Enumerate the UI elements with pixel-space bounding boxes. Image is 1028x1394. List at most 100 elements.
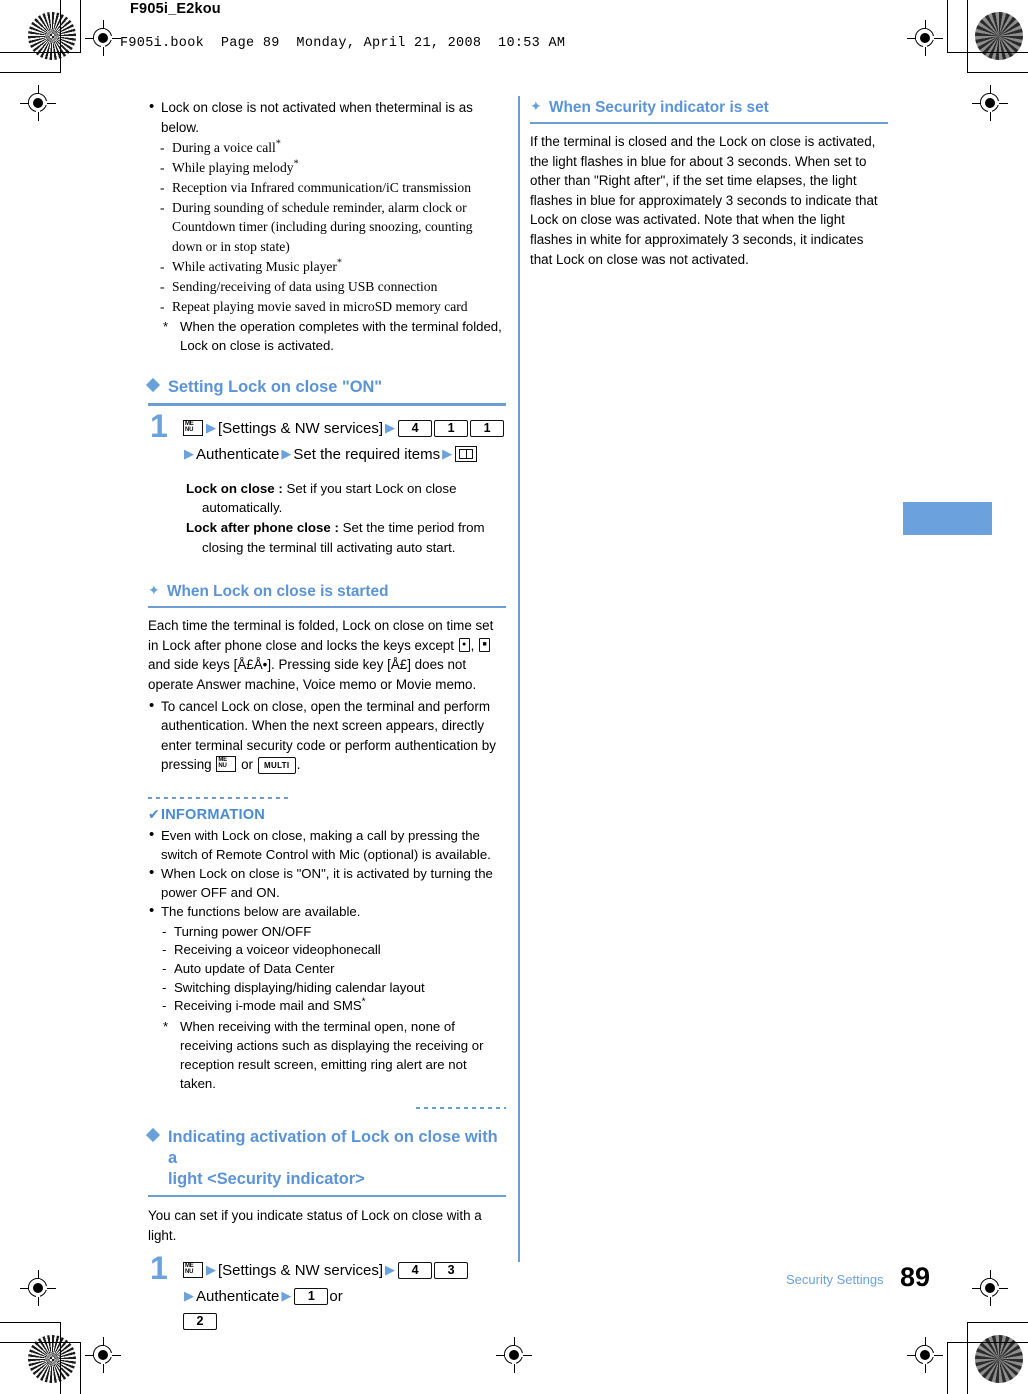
arrow-icon: ▶ bbox=[206, 1262, 216, 1278]
information-title-text: INFORMATION bbox=[160, 806, 266, 823]
description-term: Lock on close : bbox=[186, 480, 283, 496]
menu-key-icon[interactable] bbox=[216, 756, 237, 773]
description-term: Lock after phone close : bbox=[186, 520, 339, 536]
list-item: Repeat playing movie saved in microSD me… bbox=[160, 297, 506, 317]
footnote-marker: * bbox=[361, 996, 366, 1008]
heading-text: Setting Lock on close "ON" bbox=[168, 378, 383, 397]
bullet-text: The functions below are available. bbox=[161, 904, 361, 920]
power-key-icon[interactable]: ■ bbox=[479, 637, 491, 652]
arrow-icon: ▶ bbox=[206, 419, 216, 435]
dash-text: During a voice call bbox=[172, 140, 276, 156]
intro-bullet-list: Lock on close is not activated when thet… bbox=[148, 97, 506, 137]
heading-text-line2: light <Security indicator> bbox=[168, 1169, 365, 1188]
list-item: Auto update of Data Center bbox=[162, 960, 506, 979]
key-3[interactable]: 3 bbox=[434, 1262, 469, 1280]
information-body: Even with Lock on close, making a call b… bbox=[148, 826, 506, 1093]
list-item: Turning power ON/OFF bbox=[162, 923, 506, 942]
bullet-text: Even with Lock on close, making a call b… bbox=[161, 827, 491, 862]
book-key-icon[interactable] bbox=[455, 445, 478, 462]
dash-text: Sending/receiving of data using USB conn… bbox=[172, 278, 438, 294]
information-bullet-list: Even with Lock on close, making a call b… bbox=[148, 826, 506, 922]
dash-text: While activating Music player bbox=[172, 258, 337, 274]
list-item: Switching displaying/hiding calendar lay… bbox=[162, 979, 506, 998]
dash-text: During sounding of schedule reminder, al… bbox=[172, 199, 473, 255]
clear-key-icon[interactable]: ● bbox=[458, 637, 470, 652]
heading-security-indicator: Indicating activation of Lock on close w… bbox=[145, 1127, 506, 1190]
arrow-icon: ▶ bbox=[184, 445, 194, 461]
bullet-or-text: or bbox=[237, 757, 257, 773]
heading-rule bbox=[148, 1194, 506, 1198]
bullet-end-text: . bbox=[296, 757, 301, 773]
list-item: Lock on close is not activated when thet… bbox=[148, 97, 506, 137]
list-item: Even with Lock on close, making a call b… bbox=[148, 826, 506, 864]
footnote-marker: * bbox=[293, 158, 299, 170]
menu-key-icon[interactable] bbox=[183, 419, 203, 436]
column-divider bbox=[518, 96, 520, 1262]
flower-bullet-icon: ✦ bbox=[148, 582, 160, 599]
heading-text-line1: Indicating activation of Lock on close w… bbox=[168, 1127, 498, 1167]
information-box: ✔INFORMATION Even with Lock on close, ma… bbox=[148, 796, 506, 1109]
arrow-icon: ▶ bbox=[385, 1262, 396, 1278]
page-number: 89 bbox=[900, 1262, 931, 1292]
heading-rule bbox=[530, 122, 888, 124]
intro-footnote: * When the operation completes with the … bbox=[160, 317, 506, 355]
check-icon: ✔ bbox=[148, 805, 160, 822]
multi-key-icon[interactable]: MULTI bbox=[257, 757, 296, 775]
description-item: Lock after phone close : Set the time pe… bbox=[186, 518, 506, 557]
bullet-text: When Lock on close is "ON", it is activa… bbox=[161, 866, 493, 900]
heading-rule bbox=[148, 403, 506, 406]
dash-text: While playing melody bbox=[172, 159, 294, 175]
information-top-rule bbox=[148, 796, 288, 799]
menu-key-icon[interactable] bbox=[183, 1262, 203, 1279]
step-number: 1 bbox=[150, 1250, 168, 1287]
dash-text: Turning power ON/OFF bbox=[174, 923, 312, 939]
key-4[interactable]: 4 bbox=[398, 419, 433, 437]
list-item: While activating Music player* bbox=[160, 257, 506, 277]
arrow-icon: ▶ bbox=[281, 445, 292, 461]
dash-text: Repeat playing movie saved in microSD me… bbox=[172, 298, 468, 314]
dash-text: Receiving i-mode mail and SMS bbox=[174, 998, 362, 1014]
section2-bullet-list: To cancel Lock on close, open the termin… bbox=[148, 696, 506, 775]
section2-paragraph: Each time the terminal is folded, Lock o… bbox=[148, 616, 506, 694]
page-content: Lock on close is not activated when thet… bbox=[0, 0, 1028, 1394]
procedure-step-1-security: 1 ▶[Settings & NW services]▶43▶Authentic… bbox=[148, 1252, 506, 1334]
heading-when-lock-started: ✦ When Lock on close is started bbox=[148, 582, 506, 602]
list-item: The functions below are available. bbox=[148, 902, 506, 922]
list-item: Receiving i-mode mail and SMS* bbox=[162, 997, 506, 1016]
step-description: Lock on close : Set if you start Lock on… bbox=[182, 479, 506, 558]
dash-text: Switching displaying/hiding calendar lay… bbox=[174, 979, 425, 995]
running-head: Security Settings bbox=[786, 1272, 884, 1287]
key-4[interactable]: 4 bbox=[398, 1262, 433, 1280]
key-1[interactable]: 1 bbox=[434, 419, 469, 437]
intro-bullet-text: Lock on close is not activated when thet… bbox=[161, 100, 473, 135]
list-item: During a voice call* bbox=[160, 138, 506, 158]
information-footnote: * When receiving with the terminal open,… bbox=[160, 1017, 506, 1093]
key-2[interactable]: 2 bbox=[183, 1313, 217, 1331]
footnote-marker: * bbox=[275, 138, 281, 150]
asterisk-marker: * bbox=[163, 319, 169, 335]
paragraph-part-b: , bbox=[470, 637, 479, 653]
arrow-icon: ▶ bbox=[442, 445, 453, 461]
heading-text: When Security indicator is set bbox=[549, 99, 769, 116]
list-item: Sending/receiving of data using USB conn… bbox=[160, 277, 506, 297]
list-item: During sounding of schedule reminder, al… bbox=[160, 198, 506, 257]
key-1[interactable]: 1 bbox=[294, 1288, 329, 1306]
list-item: Reception via Infrared communication/iC … bbox=[160, 178, 506, 198]
arrow-icon: ▶ bbox=[281, 1288, 292, 1304]
bullet-text: To cancel Lock on close, open the termin… bbox=[161, 698, 496, 773]
right-column: ✦ When Security indicator is set If the … bbox=[530, 98, 888, 271]
step-instruction: ▶[Settings & NW services]▶411▶Authentica… bbox=[182, 415, 506, 467]
information-footnote-text: When receiving with the terminal open, n… bbox=[180, 1018, 484, 1091]
heading-rule bbox=[148, 606, 506, 609]
key-1[interactable]: 1 bbox=[470, 419, 505, 437]
list-item: While playing melody* bbox=[160, 158, 506, 178]
chapter-edge-tab bbox=[903, 502, 992, 535]
diamond-bullet-icon bbox=[145, 1127, 161, 1142]
intro-dash-list: During a voice call* While playing melod… bbox=[148, 138, 506, 316]
paragraph-part-a: Each time the terminal is folded, Lock o… bbox=[148, 618, 494, 653]
information-title: ✔INFORMATION bbox=[148, 806, 506, 823]
arrow-icon: ▶ bbox=[184, 1288, 194, 1304]
description-item: Lock on close : Set if you start Lock on… bbox=[186, 479, 506, 518]
step-number: 1 bbox=[150, 407, 168, 444]
section3-paragraph: You can set if you indicate status of Lo… bbox=[148, 1208, 482, 1243]
